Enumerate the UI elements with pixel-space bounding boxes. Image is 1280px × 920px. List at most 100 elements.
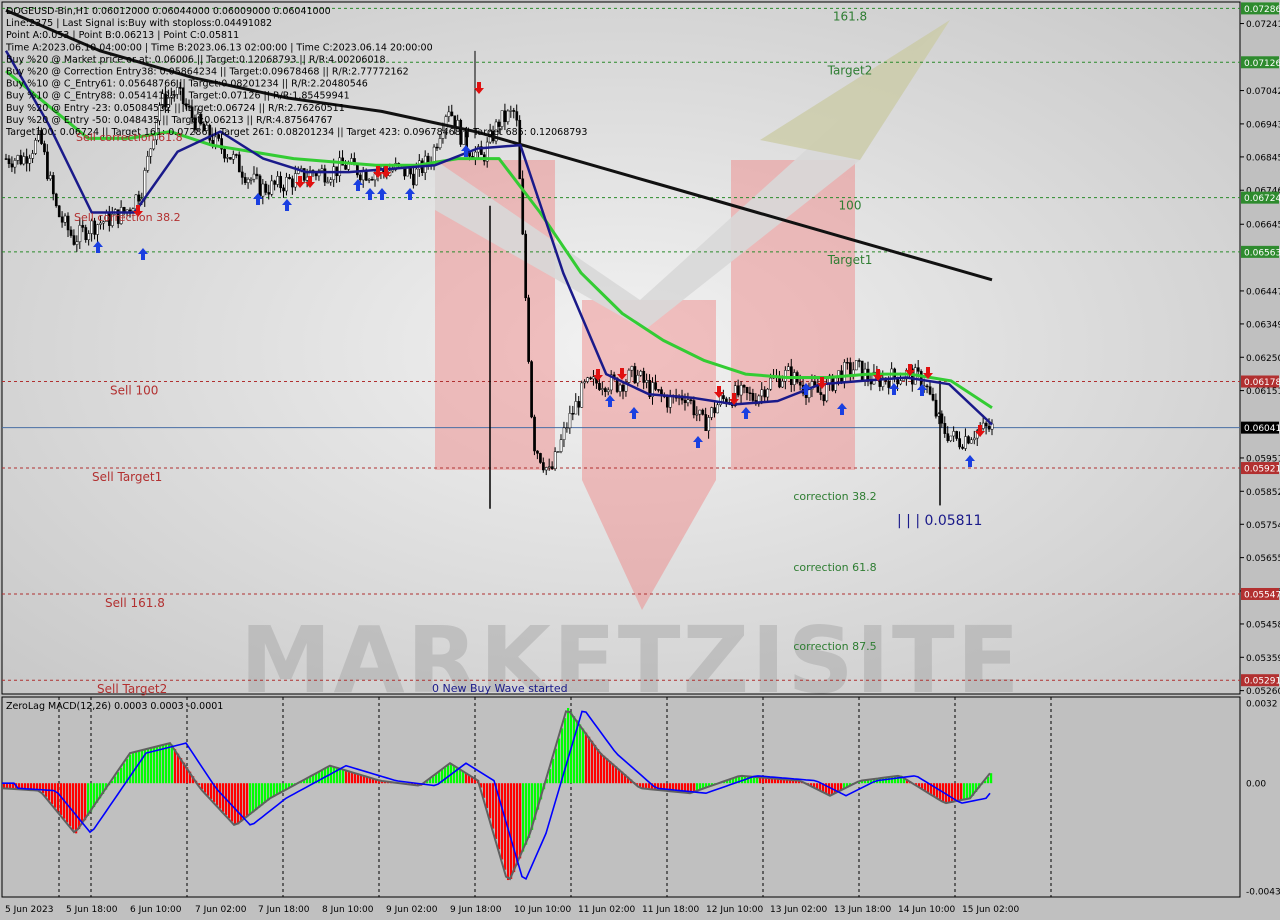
macd-histogram-bar <box>924 783 927 791</box>
candle-body <box>716 404 719 414</box>
candle-body <box>22 156 26 165</box>
candle-body <box>633 366 637 384</box>
candle-body <box>412 173 415 186</box>
candle-body <box>645 380 649 383</box>
candle-body <box>583 381 587 384</box>
header-line-5: Buy %20 @ Correction Entry38: 0.05864234… <box>6 67 409 78</box>
macd-histogram-bar <box>87 783 90 816</box>
macd-histogram-bar <box>600 753 603 784</box>
candle-body <box>229 157 232 160</box>
macd-histogram-bar <box>138 751 141 784</box>
candle-body <box>226 157 229 159</box>
macd-histogram-bar <box>927 783 930 793</box>
candle-body <box>689 399 693 401</box>
correction-38-label: correction 38.2 <box>793 490 876 503</box>
macd-histogram-bar <box>168 743 171 784</box>
price-tick-label: 0.07241 <box>1246 20 1280 30</box>
candle-body <box>606 389 610 392</box>
candle-body <box>279 176 282 189</box>
candle-body <box>323 168 327 183</box>
candle-body <box>586 377 590 382</box>
macd-histogram-bar <box>555 748 558 784</box>
time-tick-label: 11 Jun 18:00 <box>642 905 699 915</box>
macd-histogram-bar <box>51 783 54 805</box>
macd-histogram-bar <box>75 783 78 834</box>
sell-correction-61-label: Sell correction 61.8 <box>76 131 183 144</box>
candle-body <box>288 177 291 180</box>
candle-body <box>344 165 347 170</box>
candle-body <box>497 121 501 127</box>
macd-histogram-bar <box>249 783 252 815</box>
macd-histogram-bar <box>117 772 120 784</box>
macd-histogram-bar <box>156 746 159 784</box>
macd-histogram-bar <box>120 767 123 784</box>
level-price-tag-text: 0.05921 <box>1244 465 1280 475</box>
candle-body <box>556 451 560 453</box>
candle-body <box>329 179 333 183</box>
macd-histogram-bar <box>501 783 504 860</box>
candle-body <box>657 389 660 391</box>
macd-histogram-bar <box>258 783 261 808</box>
macd-histogram-bar <box>345 770 348 784</box>
candle-body <box>243 177 247 183</box>
candle-body <box>356 164 359 176</box>
correction-87-label: correction 87.5 <box>793 640 876 653</box>
candle-body <box>34 139 37 154</box>
candle-body <box>751 392 755 401</box>
macd-histogram-bar <box>510 783 513 879</box>
header-line-4: Buy %20 @ Market price or at: 0.06006 ||… <box>6 54 386 65</box>
time-tick-label: 13 Jun 02:00 <box>770 905 827 915</box>
price-tick-label: 0.06845 <box>1246 153 1280 163</box>
macd-histogram-bar <box>519 783 522 859</box>
macd-histogram-bar <box>603 755 606 784</box>
macd-histogram-bar <box>444 767 447 784</box>
candle-body <box>28 158 32 164</box>
candle-body <box>524 233 528 299</box>
macd-histogram-bar <box>123 763 126 784</box>
new-wave-label: 0 New Buy Wave started <box>432 682 568 695</box>
macd-histogram-bar <box>69 783 72 827</box>
macd-histogram-bar <box>234 783 237 825</box>
candle-body <box>639 370 643 376</box>
macd-title: ZeroLag MACD(12,26) 0.0003 0.0003 -0.000… <box>6 701 223 712</box>
macd-histogram-bar <box>171 744 174 784</box>
candle-body <box>235 154 238 156</box>
candle-body <box>447 111 451 117</box>
time-tick-label: 10 Jun 10:00 <box>514 905 571 915</box>
price-tick-label: 0.06349 <box>1246 320 1280 330</box>
candle-body <box>916 367 920 372</box>
price-tick-label: 0.05852 <box>1246 488 1280 498</box>
time-tick-label: 5 Jun 2023 <box>5 905 53 915</box>
macd-histogram-bar <box>333 766 336 784</box>
candle-body <box>781 380 784 388</box>
time-tick-label: 6 Jun 10:00 <box>130 905 182 915</box>
candle-body <box>43 143 46 153</box>
level-price-tag-text: 0.05547 <box>1244 590 1280 600</box>
candle-body <box>745 387 749 394</box>
candle-body <box>78 225 82 243</box>
macd-tick-label: -0.0043 <box>1246 888 1280 898</box>
time-tick-label: 11 Jun 02:00 <box>578 905 635 915</box>
macd-histogram-bar <box>438 772 441 784</box>
candle-body <box>232 154 235 160</box>
macd-histogram-bar <box>243 783 246 820</box>
candle-body <box>72 235 76 245</box>
header-line-7: Buy %10 @ C_Entry88: 0.05414125 || Targe… <box>6 91 350 102</box>
candle-body <box>500 110 504 127</box>
candle-body <box>952 431 956 437</box>
macd-histogram-bar <box>237 783 240 825</box>
price-tick-label: 0.05754 <box>1246 521 1280 531</box>
candle-body <box>958 438 961 448</box>
macd-histogram-bar <box>435 774 438 784</box>
time-tick-label: 7 Jun 02:00 <box>195 905 247 915</box>
level-price-tag-text: 0.05291 <box>1244 677 1280 687</box>
candle-body <box>760 389 764 397</box>
candle-body <box>503 110 507 123</box>
candle-body <box>704 414 708 431</box>
candle-body <box>544 467 548 471</box>
candle-body <box>87 233 91 240</box>
candle-body <box>223 148 226 159</box>
price-tick-label: 0.06943 <box>1246 120 1280 130</box>
macd-histogram-bar <box>147 748 150 784</box>
price-tick-label: 0.05359 <box>1246 654 1280 664</box>
